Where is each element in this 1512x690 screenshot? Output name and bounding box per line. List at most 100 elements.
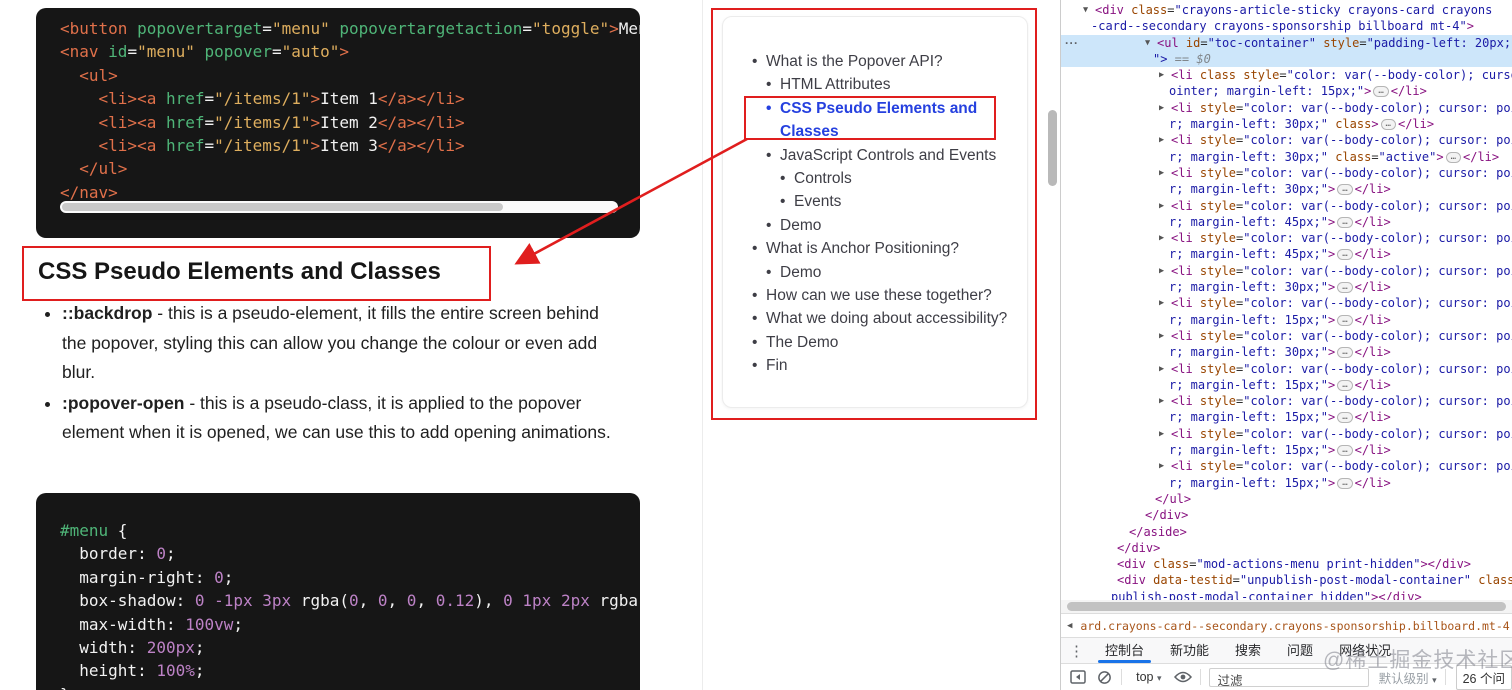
- breadcrumb: ◀ ard.crayons-card--secondary.crayons-sp…: [1061, 613, 1512, 638]
- tree-line[interactable]: <div data-testid="unpublish-post-modal-c…: [1061, 572, 1512, 588]
- watermark: @稀土掘金技术社区: [1323, 649, 1512, 672]
- console-tab[interactable]: 搜索: [1222, 638, 1274, 663]
- tree-line[interactable]: publish-post-modal-container hidden"></d…: [1061, 589, 1512, 600]
- code-line: height: 100%;: [60, 661, 205, 681]
- article-bullet-list: ::backdrop - this is a pseudo-element, i…: [36, 299, 626, 449]
- code-line: }: [60, 683, 640, 690]
- kebab-menu-icon[interactable]: ⋮: [1061, 642, 1092, 660]
- tree-line[interactable]: ▶ <li style="color: var(--body-color); cu…: [1061, 295, 1512, 311]
- console-tab[interactable]: 问题: [1274, 638, 1326, 663]
- toc-item[interactable]: What is Anchor Positioning?: [751, 237, 1021, 261]
- tree-line[interactable]: <div class="mod-actions-menu print-hidde…: [1061, 556, 1512, 572]
- chevron-down-icon: ▾: [1432, 674, 1437, 685]
- column-divider: [702, 0, 703, 690]
- console-sidebar-icon[interactable]: [1069, 667, 1087, 687]
- tree-line[interactable]: r; margin-left: 30px;">… </li>: [1061, 344, 1512, 360]
- bullet-item: :popover-open - this is a pseudo-class, …: [62, 389, 622, 448]
- code-line: <li><a href="/items/1">Item 2</a></li>: [98, 112, 465, 132]
- code-line: <li><a href="/items/1">Item 1</a></li>: [98, 89, 465, 109]
- bullet-item: ::backdrop - this is a pseudo-element, i…: [62, 299, 622, 388]
- toc-item[interactable]: What is the Popover API?: [751, 50, 1021, 74]
- tree-line[interactable]: ▶ <li style="color: var(--body-color); cu…: [1061, 458, 1512, 474]
- toc-item[interactable]: What we doing about accessibility?: [751, 307, 1021, 331]
- code-line: <li><a href="/items/1">Item 3</a></li>: [98, 135, 465, 155]
- tree-line[interactable]: </aside>: [1061, 524, 1512, 540]
- toc-item[interactable]: How can we use these together?: [751, 284, 1021, 308]
- page-scrollbar[interactable]: [1048, 110, 1057, 186]
- more-actions-icon[interactable]: ···: [1065, 36, 1079, 50]
- tree-line[interactable]: ▶ <li style="color: var(--body-color); cu…: [1061, 132, 1512, 148]
- tree-line[interactable]: ▶ <li style="color: var(--body-color); cu…: [1061, 230, 1512, 246]
- html-code-block: <button popovertarget="menu" popovertarg…: [36, 8, 640, 238]
- toc-item[interactable]: Fin: [751, 354, 1021, 378]
- tree-line[interactable]: </ul>: [1061, 491, 1512, 507]
- tree-line[interactable]: ▶ <li style="color: var(--body-color); cu…: [1061, 100, 1512, 116]
- code-line: </ul>: [79, 159, 128, 179]
- devtools-panel: ▼ <div class="crayons-article-sticky cray…: [1060, 0, 1512, 690]
- tree-line[interactable]: ▼ <ul id="toc-container" style="padding-l…: [1061, 34, 1512, 51]
- toc-item[interactable]: Controls: [779, 167, 1021, 191]
- toc-item[interactable]: HTML Attributes: [765, 73, 1021, 97]
- tree-line[interactable]: ointer; margin-left: 15px;">… </li>: [1061, 83, 1512, 99]
- tree-line[interactable]: r; margin-left: 15px;">… </li>: [1061, 377, 1512, 393]
- tree-line[interactable]: </div>: [1061, 507, 1512, 523]
- code-scrollbar-thumb[interactable]: [62, 203, 503, 211]
- tree-line[interactable]: </div>: [1061, 540, 1512, 556]
- tree-line[interactable]: r; margin-left: 15px;">… </li>: [1061, 475, 1512, 491]
- code-line: <nav id="menu" popover="auto">: [60, 42, 350, 62]
- toc-item[interactable]: JavaScript Controls and Events: [765, 144, 1021, 168]
- tree-line[interactable]: ▼ <div class="crayons-article-sticky cray…: [1061, 2, 1512, 18]
- code-line: max-width: 100vw;: [60, 614, 244, 634]
- toc-item[interactable]: Events: [779, 190, 1021, 214]
- tree-line[interactable]: r; margin-left: 30px;">… </li>: [1061, 181, 1512, 197]
- console-tab[interactable]: 控制台: [1092, 638, 1157, 663]
- code-line: border: 0;: [60, 544, 176, 564]
- tree-line[interactable]: ▶ <li class style="color: var(--body-colo…: [1061, 67, 1512, 83]
- tree-line[interactable]: r; margin-left: 15px;">… </li>: [1061, 442, 1512, 458]
- tree-line[interactable]: ▶ <li style="color: var(--body-color); cu…: [1061, 328, 1512, 344]
- toc-item[interactable]: Demo: [765, 261, 1021, 285]
- chevron-down-icon: ▾: [1156, 673, 1162, 683]
- context-selector[interactable]: top ▾: [1136, 670, 1161, 684]
- tree-line[interactable]: r; margin-left: 45px;">… </li>: [1061, 246, 1512, 262]
- tree-line[interactable]: r; margin-left: 15px;">… </li>: [1061, 312, 1512, 328]
- code-line: <ul>: [79, 65, 118, 85]
- toc-item[interactable]: Demo: [765, 214, 1021, 238]
- code-line: width: 200px;: [60, 637, 205, 657]
- live-expression-eye-icon[interactable]: [1173, 667, 1192, 687]
- toolbar-divider: [1199, 669, 1201, 685]
- code-line: margin-right: 0;: [60, 567, 234, 587]
- toc-card: What is the Popover API?HTML AttributesC…: [722, 16, 1028, 408]
- section-heading: CSS Pseudo Elements and Classes: [38, 258, 441, 285]
- css-code-block: #menu { border: 0; margin-right: 0; box-…: [36, 493, 640, 690]
- code-line: #menu {: [60, 521, 128, 540]
- breadcrumb-parent-node[interactable]: ard.crayons-card--secondary.crayons-spon…: [1080, 619, 1509, 633]
- breadcrumb-back-icon[interactable]: ◀: [1067, 621, 1072, 631]
- tree-line[interactable]: -card--secondary crayons-sponsorship bil…: [1061, 18, 1512, 34]
- tree-line[interactable]: r; margin-left: 45px;">… </li>: [1061, 214, 1512, 230]
- code-horizontal-scrollbar[interactable]: [60, 201, 618, 213]
- toolbar-divider: [1121, 669, 1123, 685]
- tree-line[interactable]: ▶ <li style="color: var(--body-color); cu…: [1061, 393, 1512, 409]
- page-root: <button popovertarget="menu" popovertarg…: [0, 0, 1512, 690]
- console-tab[interactable]: 新功能: [1157, 638, 1222, 663]
- tree-line[interactable]: r; margin-left: 30px;" class="active">… <…: [1061, 149, 1512, 165]
- elements-tree: ▼ <div class="crayons-article-sticky cray…: [1061, 0, 1512, 600]
- clear-console-icon[interactable]: [1095, 667, 1113, 687]
- tree-line[interactable]: ▶ <li style="color: var(--body-color); cu…: [1061, 426, 1512, 442]
- devtools-scrollbar-thumb[interactable]: [1067, 602, 1506, 611]
- tree-line[interactable]: r; margin-left: 15px;">… </li>: [1061, 409, 1512, 425]
- code-line: <button popovertarget="menu" popovertarg…: [60, 19, 640, 38]
- toc-item[interactable]: The Demo: [751, 331, 1021, 355]
- tree-line[interactable]: ▶ <li style="color: var(--body-color); cu…: [1061, 361, 1512, 377]
- toc-item-active[interactable]: CSS Pseudo Elements and Classes: [765, 97, 980, 144]
- tree-line[interactable]: "> == $0: [1061, 50, 1512, 68]
- tree-line[interactable]: ▶ <li style="color: var(--body-color); cu…: [1061, 263, 1512, 279]
- tree-line[interactable]: r; margin-left: 30px;">… </li>: [1061, 279, 1512, 295]
- tree-line[interactable]: r; margin-left: 30px;" class>… </li>: [1061, 116, 1512, 132]
- css-code: #menu { border: 0; margin-right: 0; box-…: [36, 493, 640, 690]
- toc-list: What is the Popover API?HTML AttributesC…: [751, 50, 1021, 378]
- tree-line[interactable]: ▶ <li style="color: var(--body-color); cu…: [1061, 165, 1512, 181]
- tree-line[interactable]: ▶ <li style="color: var(--body-color); cu…: [1061, 198, 1512, 214]
- devtools-horizontal-scrollbar[interactable]: [1061, 600, 1512, 613]
